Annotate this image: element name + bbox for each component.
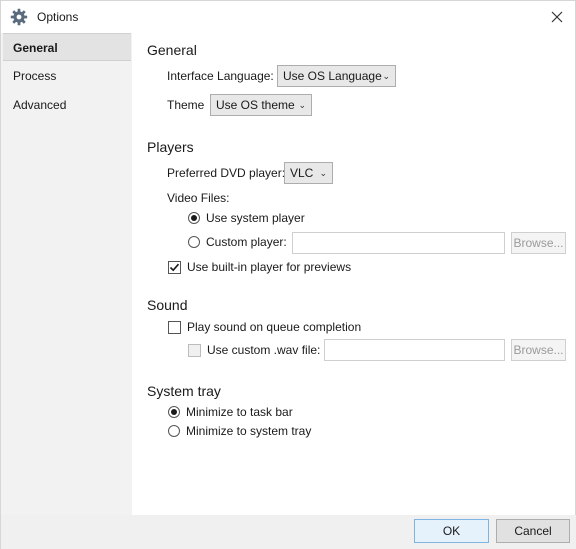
options-content: General Interface Language: Use OS Langu… (132, 33, 576, 515)
gear-icon (10, 8, 28, 26)
close-button[interactable] (545, 5, 569, 29)
chevron-down-icon: ⌄ (382, 71, 390, 81)
sidebar: General Process Advanced (1, 33, 132, 515)
title-bar: Options (1, 1, 575, 33)
play-sound-checkbox[interactable] (168, 321, 181, 334)
custom-player-path-input[interactable] (292, 232, 505, 254)
custom-wav-browse-button[interactable]: Browse... (511, 339, 566, 361)
builtin-previews-checkbox[interactable] (168, 261, 181, 274)
theme-label: Theme (167, 98, 205, 112)
section-title-general: General (147, 42, 197, 58)
theme-select[interactable]: Use OS theme ⌄ (210, 94, 312, 116)
theme-value: Use OS theme (216, 98, 295, 112)
checkmark-icon (169, 263, 180, 272)
dialog-footer: OK Cancel (1, 515, 576, 549)
minimize-taskbar-label: Minimize to task bar (186, 405, 293, 419)
minimize-tray-radio[interactable] (168, 425, 180, 437)
chevron-down-icon: ⌄ (298, 100, 306, 110)
section-title-system-tray: System tray (147, 383, 221, 399)
sidebar-item-advanced[interactable]: Advanced (3, 91, 131, 119)
preferred-dvd-value: VLC (290, 166, 314, 180)
custom-player-label: Custom player: (206, 235, 287, 249)
custom-wav-label: Use custom .wav file: (207, 343, 321, 357)
custom-player-radio[interactable] (188, 236, 200, 248)
use-system-player-label: Use system player (206, 211, 305, 225)
section-title-players: Players (147, 139, 194, 155)
custom-wav-checkbox[interactable] (188, 344, 201, 357)
play-sound-label: Play sound on queue completion (187, 320, 362, 334)
custom-wav-path-input[interactable] (324, 339, 505, 361)
close-icon (551, 11, 563, 23)
preferred-dvd-select[interactable]: VLC ⌄ (284, 162, 333, 184)
options-window: Options General Process Advanced General… (0, 0, 576, 549)
use-system-player-radio[interactable] (188, 212, 200, 224)
builtin-previews-label: Use built-in player for previews (187, 260, 352, 274)
section-title-sound: Sound (147, 297, 188, 313)
sidebar-item-general[interactable]: General (3, 33, 131, 61)
video-files-label: Video Files: (167, 191, 230, 205)
cancel-button[interactable]: Cancel (496, 519, 570, 543)
sidebar-item-process[interactable]: Process (3, 62, 131, 90)
ok-button[interactable]: OK (414, 519, 489, 543)
minimize-tray-label: Minimize to system tray (186, 424, 312, 438)
custom-player-browse-button[interactable]: Browse... (511, 232, 566, 254)
window-title: Options (37, 10, 79, 24)
minimize-taskbar-radio[interactable] (168, 406, 180, 418)
preferred-dvd-label: Preferred DVD player: (167, 166, 286, 180)
interface-language-select[interactable]: Use OS Language ⌄ (277, 65, 396, 87)
interface-language-value: Use OS Language (283, 69, 382, 83)
chevron-down-icon: ⌄ (319, 168, 327, 178)
interface-language-label: Interface Language: (167, 69, 274, 83)
